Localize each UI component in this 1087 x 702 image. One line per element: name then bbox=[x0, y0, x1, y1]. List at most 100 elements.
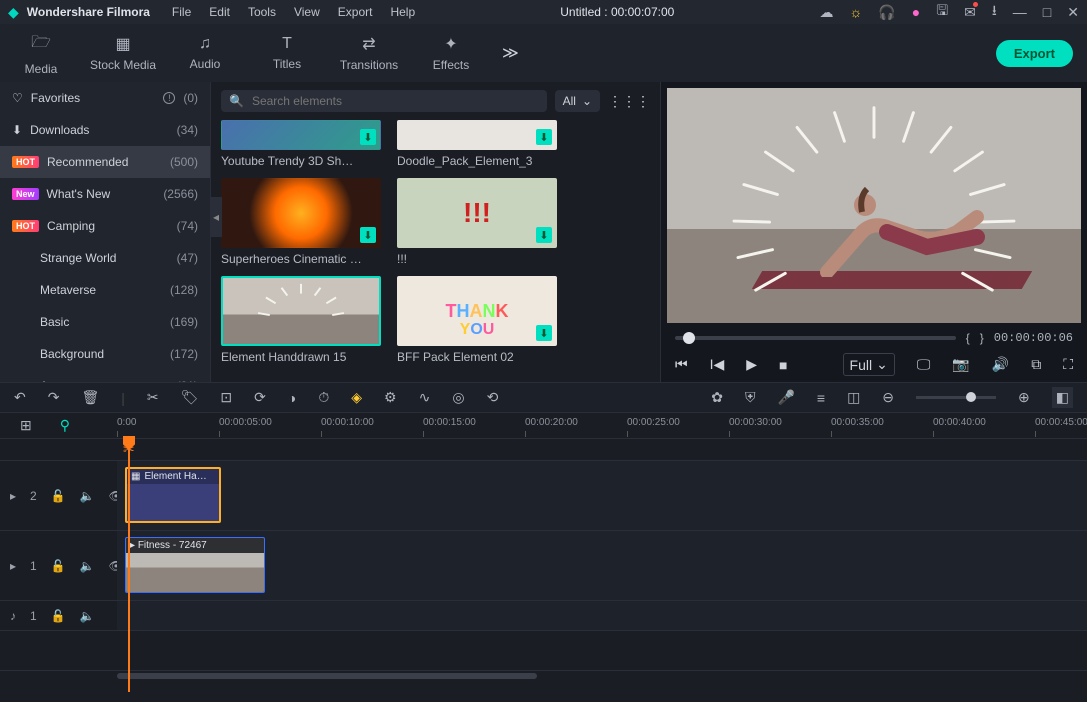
playhead[interactable] bbox=[128, 438, 130, 692]
adjust-button[interactable]: ⚙ bbox=[384, 389, 397, 406]
fullscreen-icon[interactable]: ⛶ bbox=[1063, 356, 1073, 373]
tab-transitions[interactable]: ⇄Transitions bbox=[328, 24, 410, 82]
volume-icon[interactable]: 🔊 bbox=[992, 356, 1009, 373]
tab-titles[interactable]: TTitles bbox=[246, 24, 328, 82]
zoom-in-button[interactable]: ⊕ bbox=[1018, 389, 1030, 406]
download-icon[interactable]: ⬇ bbox=[536, 325, 552, 341]
cloud-icon[interactable]: ☁ bbox=[819, 4, 833, 21]
mic-button[interactable]: 🎤 bbox=[777, 389, 794, 406]
mute-icon[interactable]: 🔈 bbox=[80, 559, 95, 573]
play-button[interactable]: ▶ bbox=[746, 356, 757, 373]
color-button[interactable]: ◑ bbox=[288, 390, 296, 406]
download-icon[interactable]: ⭳ bbox=[992, 0, 997, 24]
menu-tools[interactable]: Tools bbox=[248, 5, 276, 19]
headphones-icon[interactable]: 🎧 bbox=[878, 4, 895, 21]
sidebar-item[interactable]: Arrow(81) bbox=[0, 370, 210, 382]
download-icon[interactable]: ⬇ bbox=[536, 129, 552, 145]
thumbnail[interactable]: THANKYOU⬇BFF Pack Element 02 bbox=[397, 276, 557, 364]
tab-effects[interactable]: ✦Effects bbox=[410, 24, 492, 82]
download-icon[interactable]: ⬇ bbox=[360, 129, 376, 145]
lock-icon[interactable]: 🔓 bbox=[51, 559, 66, 573]
thumbnail[interactable]: ⬇Superheroes Cinematic … bbox=[221, 178, 381, 266]
scrub-bar[interactable] bbox=[675, 336, 956, 340]
audio-eq-button[interactable]: ∿ bbox=[419, 389, 431, 406]
sidebar-item[interactable]: HOTRecommended(500) bbox=[0, 146, 210, 178]
marker-button[interactable]: ✿ bbox=[711, 389, 723, 406]
maximize-icon[interactable]: □ bbox=[1043, 4, 1051, 20]
thumbnail[interactable]: ⬇Doodle_Pack_Element_3 bbox=[397, 120, 557, 168]
download-icon[interactable]: ⬇ bbox=[360, 227, 376, 243]
lock-icon[interactable]: 🔓 bbox=[51, 609, 66, 623]
add-track-icon[interactable]: ⊞ bbox=[20, 417, 32, 434]
clip-video[interactable]: ▸ Fitness - 72467 bbox=[125, 537, 265, 593]
snapshot-icon[interactable]: 📷 bbox=[952, 356, 969, 373]
menu-help[interactable]: Help bbox=[390, 5, 415, 19]
thumbnail[interactable]: !!!⬇!!! bbox=[397, 178, 557, 266]
more-tabs-icon[interactable]: ≫ bbox=[502, 43, 519, 63]
ruler-ticks[interactable]: 0:0000:00:05:0000:00:10:0000:00:15:0000:… bbox=[117, 413, 1087, 438]
timeline-scrollbar[interactable] bbox=[0, 670, 1087, 680]
sidebar-item[interactable]: Metaverse(128) bbox=[0, 274, 210, 306]
tag-button[interactable]: 🏷 bbox=[181, 389, 199, 406]
download-icon[interactable]: ⬇ bbox=[536, 227, 552, 243]
save-icon[interactable]: 🖫 bbox=[936, 0, 948, 24]
export-button[interactable]: Export bbox=[996, 40, 1073, 67]
menu-file[interactable]: File bbox=[172, 5, 191, 19]
menu-edit[interactable]: Edit bbox=[209, 5, 230, 19]
clip-element[interactable]: ▦Element Ha… bbox=[125, 467, 221, 523]
display-icon[interactable]: 🖵 bbox=[917, 356, 931, 373]
menu-export[interactable]: Export bbox=[338, 5, 373, 19]
shield-button[interactable]: ⛨ bbox=[745, 389, 756, 406]
prev-frame-button[interactable]: ⏮ bbox=[675, 356, 688, 373]
close-icon[interactable]: ✕ bbox=[1067, 4, 1079, 21]
menu-view[interactable]: View bbox=[294, 5, 320, 19]
sidebar-item[interactable]: ♡Favorites!(0) bbox=[0, 82, 210, 114]
tab-audio[interactable]: ♫Audio bbox=[164, 24, 246, 82]
speed-button[interactable]: ⟳ bbox=[254, 389, 266, 406]
mute-icon[interactable]: 🔈 bbox=[80, 609, 95, 623]
tab-media[interactable]: 🗁Media bbox=[0, 24, 82, 82]
keyframe-button[interactable]: ◈ bbox=[351, 389, 362, 406]
filter-dropdown[interactable]: All⌄ bbox=[555, 90, 600, 112]
message-icon[interactable]: ✉ bbox=[964, 4, 976, 21]
step-back-button[interactable]: I◀ bbox=[710, 356, 725, 373]
track-body[interactable]: ▸ Fitness - 72467 bbox=[117, 531, 1087, 600]
lock-icon[interactable]: 🔓 bbox=[51, 489, 66, 503]
sidebar-item[interactable]: HOTCamping(74) bbox=[0, 210, 210, 242]
search-box[interactable]: 🔍 bbox=[221, 90, 547, 112]
palette-icon[interactable]: ● bbox=[912, 4, 920, 20]
thumbnail[interactable]: Element Handdrawn 15 bbox=[221, 276, 381, 364]
sidebar-item[interactable]: Basic(169) bbox=[0, 306, 210, 338]
quality-dropdown[interactable]: Full⌄ bbox=[843, 353, 895, 376]
view-grid-icon[interactable]: ⋮⋮⋮ bbox=[608, 93, 650, 110]
preview-video[interactable] bbox=[667, 88, 1081, 323]
pip-icon[interactable]: ⧉ bbox=[1031, 356, 1041, 373]
sidebar-item[interactable]: ⬇Downloads(34) bbox=[0, 114, 210, 146]
mark-out-icon[interactable]: } bbox=[980, 331, 984, 345]
sidebar-item[interactable]: Strange World(47) bbox=[0, 242, 210, 274]
mixer-button[interactable]: ≡ bbox=[817, 390, 825, 406]
zoom-slider[interactable] bbox=[916, 396, 996, 399]
tab-stock-media[interactable]: ▦Stock Media bbox=[82, 24, 164, 82]
fit-button[interactable]: ◫ bbox=[847, 389, 860, 406]
minimize-icon[interactable]: — bbox=[1013, 4, 1027, 20]
search-input[interactable] bbox=[252, 94, 539, 108]
redo-button[interactable]: ↷ bbox=[48, 389, 60, 406]
track-body[interactable]: ▦Element Ha… bbox=[117, 461, 1087, 530]
crop-button[interactable]: ⊡ bbox=[220, 389, 232, 406]
undo-button[interactable]: ↶ bbox=[14, 389, 26, 406]
sidebar-item[interactable]: NewWhat's New(2566) bbox=[0, 178, 210, 210]
mute-icon[interactable]: 🔈 bbox=[80, 489, 95, 503]
record-button[interactable]: ◎ bbox=[452, 389, 464, 406]
idea-icon[interactable]: ☼ bbox=[849, 4, 862, 20]
duration-button[interactable]: ⏱ bbox=[318, 389, 329, 406]
magnet-icon[interactable]: ⚲ bbox=[60, 417, 70, 434]
track-body[interactable] bbox=[117, 601, 1087, 630]
mark-in-icon[interactable]: { bbox=[966, 331, 970, 345]
thumbnail[interactable]: ⬇Youtube Trendy 3D Sh… bbox=[221, 120, 381, 168]
collapse-sidebar-handle[interactable]: ◂ bbox=[210, 197, 222, 237]
stop-button[interactable]: ■ bbox=[779, 357, 787, 373]
sync-button[interactable]: ⟲ bbox=[487, 389, 499, 406]
sidebar-item[interactable]: Background(172) bbox=[0, 338, 210, 370]
split-button[interactable]: ✂ bbox=[147, 389, 159, 406]
